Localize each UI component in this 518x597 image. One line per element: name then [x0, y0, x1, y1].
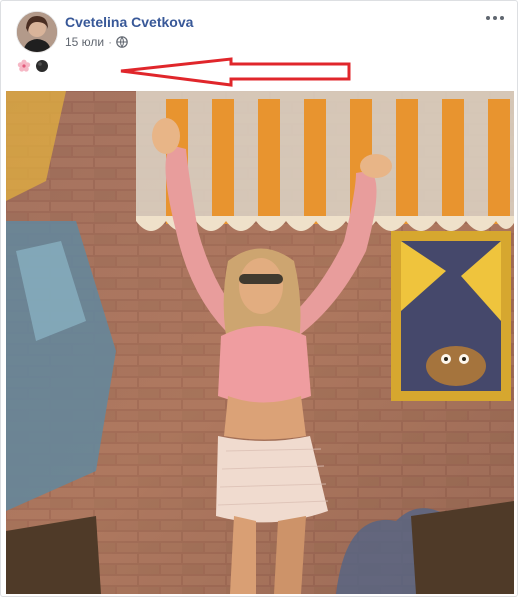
- facebook-post: Cvetelina Cvetkova 15 юли ·: [0, 0, 518, 597]
- author-avatar[interactable]: [16, 11, 58, 53]
- post-photo[interactable]: [6, 91, 514, 594]
- post-meta: 15 юли ·: [65, 35, 128, 49]
- more-options-button[interactable]: [485, 11, 505, 25]
- author-name[interactable]: Cvetelina Cvetkova: [65, 14, 193, 30]
- globe-icon[interactable]: [116, 36, 128, 48]
- meta-separator: ·: [108, 35, 113, 49]
- cherry-blossom-emoji: [17, 59, 31, 72]
- black-circle-emoji: [36, 60, 48, 72]
- post-text: [17, 59, 49, 73]
- red-arrow-annotation: [120, 57, 351, 87]
- ellipsis-icon: [486, 16, 490, 20]
- post-date[interactable]: 15 юли: [65, 35, 104, 49]
